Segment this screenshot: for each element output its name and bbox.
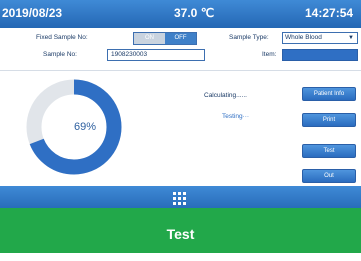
calculating-status: Calculating...... xyxy=(204,92,247,99)
testing-status: Testing··· xyxy=(222,113,250,120)
sample-no-input[interactable]: 1908230003 xyxy=(107,49,205,61)
form-row-2: Sample No: 1908230003 Item: xyxy=(0,49,361,63)
form-row-1: Fixed Sample No: ON OFF Sample Type: Who… xyxy=(0,32,361,46)
device-screen: 2019/08/23 37.0 ℃ 14:27:54 Fixed Sample … xyxy=(0,0,361,212)
fixed-sample-toggle[interactable]: ON OFF xyxy=(133,32,197,45)
status-date: 2019/08/23 xyxy=(2,6,63,20)
progress-percent: 69% xyxy=(74,121,97,133)
sample-type-select[interactable]: Whole Blood ▼ xyxy=(282,32,358,44)
status-temperature: 37.0 ℃ xyxy=(174,6,215,20)
sample-type-label: Sample Type: xyxy=(229,34,269,41)
fixed-sample-label: Fixed Sample No: xyxy=(36,34,88,41)
caption-banner: Test xyxy=(0,208,361,253)
patient-info-button[interactable]: Patient Info xyxy=(302,87,356,101)
status-time: 14:27:54 xyxy=(305,6,354,20)
toggle-on-option[interactable]: ON xyxy=(134,33,165,44)
print-button[interactable]: Print xyxy=(302,113,356,127)
test-button[interactable]: Test xyxy=(302,144,356,158)
status-bar: 2019/08/23 37.0 ℃ 14:27:54 xyxy=(0,0,361,28)
item-input[interactable] xyxy=(282,49,358,61)
out-button[interactable]: Out xyxy=(302,169,356,183)
divider xyxy=(0,70,361,71)
grid-menu-icon[interactable] xyxy=(173,192,187,206)
toggle-off-option[interactable]: OFF xyxy=(165,33,196,44)
chevron-down-icon: ▼ xyxy=(348,35,354,41)
sample-no-label: Sample No: xyxy=(43,51,77,58)
sample-type-value: Whole Blood xyxy=(285,34,322,41)
item-label: Item: xyxy=(262,51,277,58)
